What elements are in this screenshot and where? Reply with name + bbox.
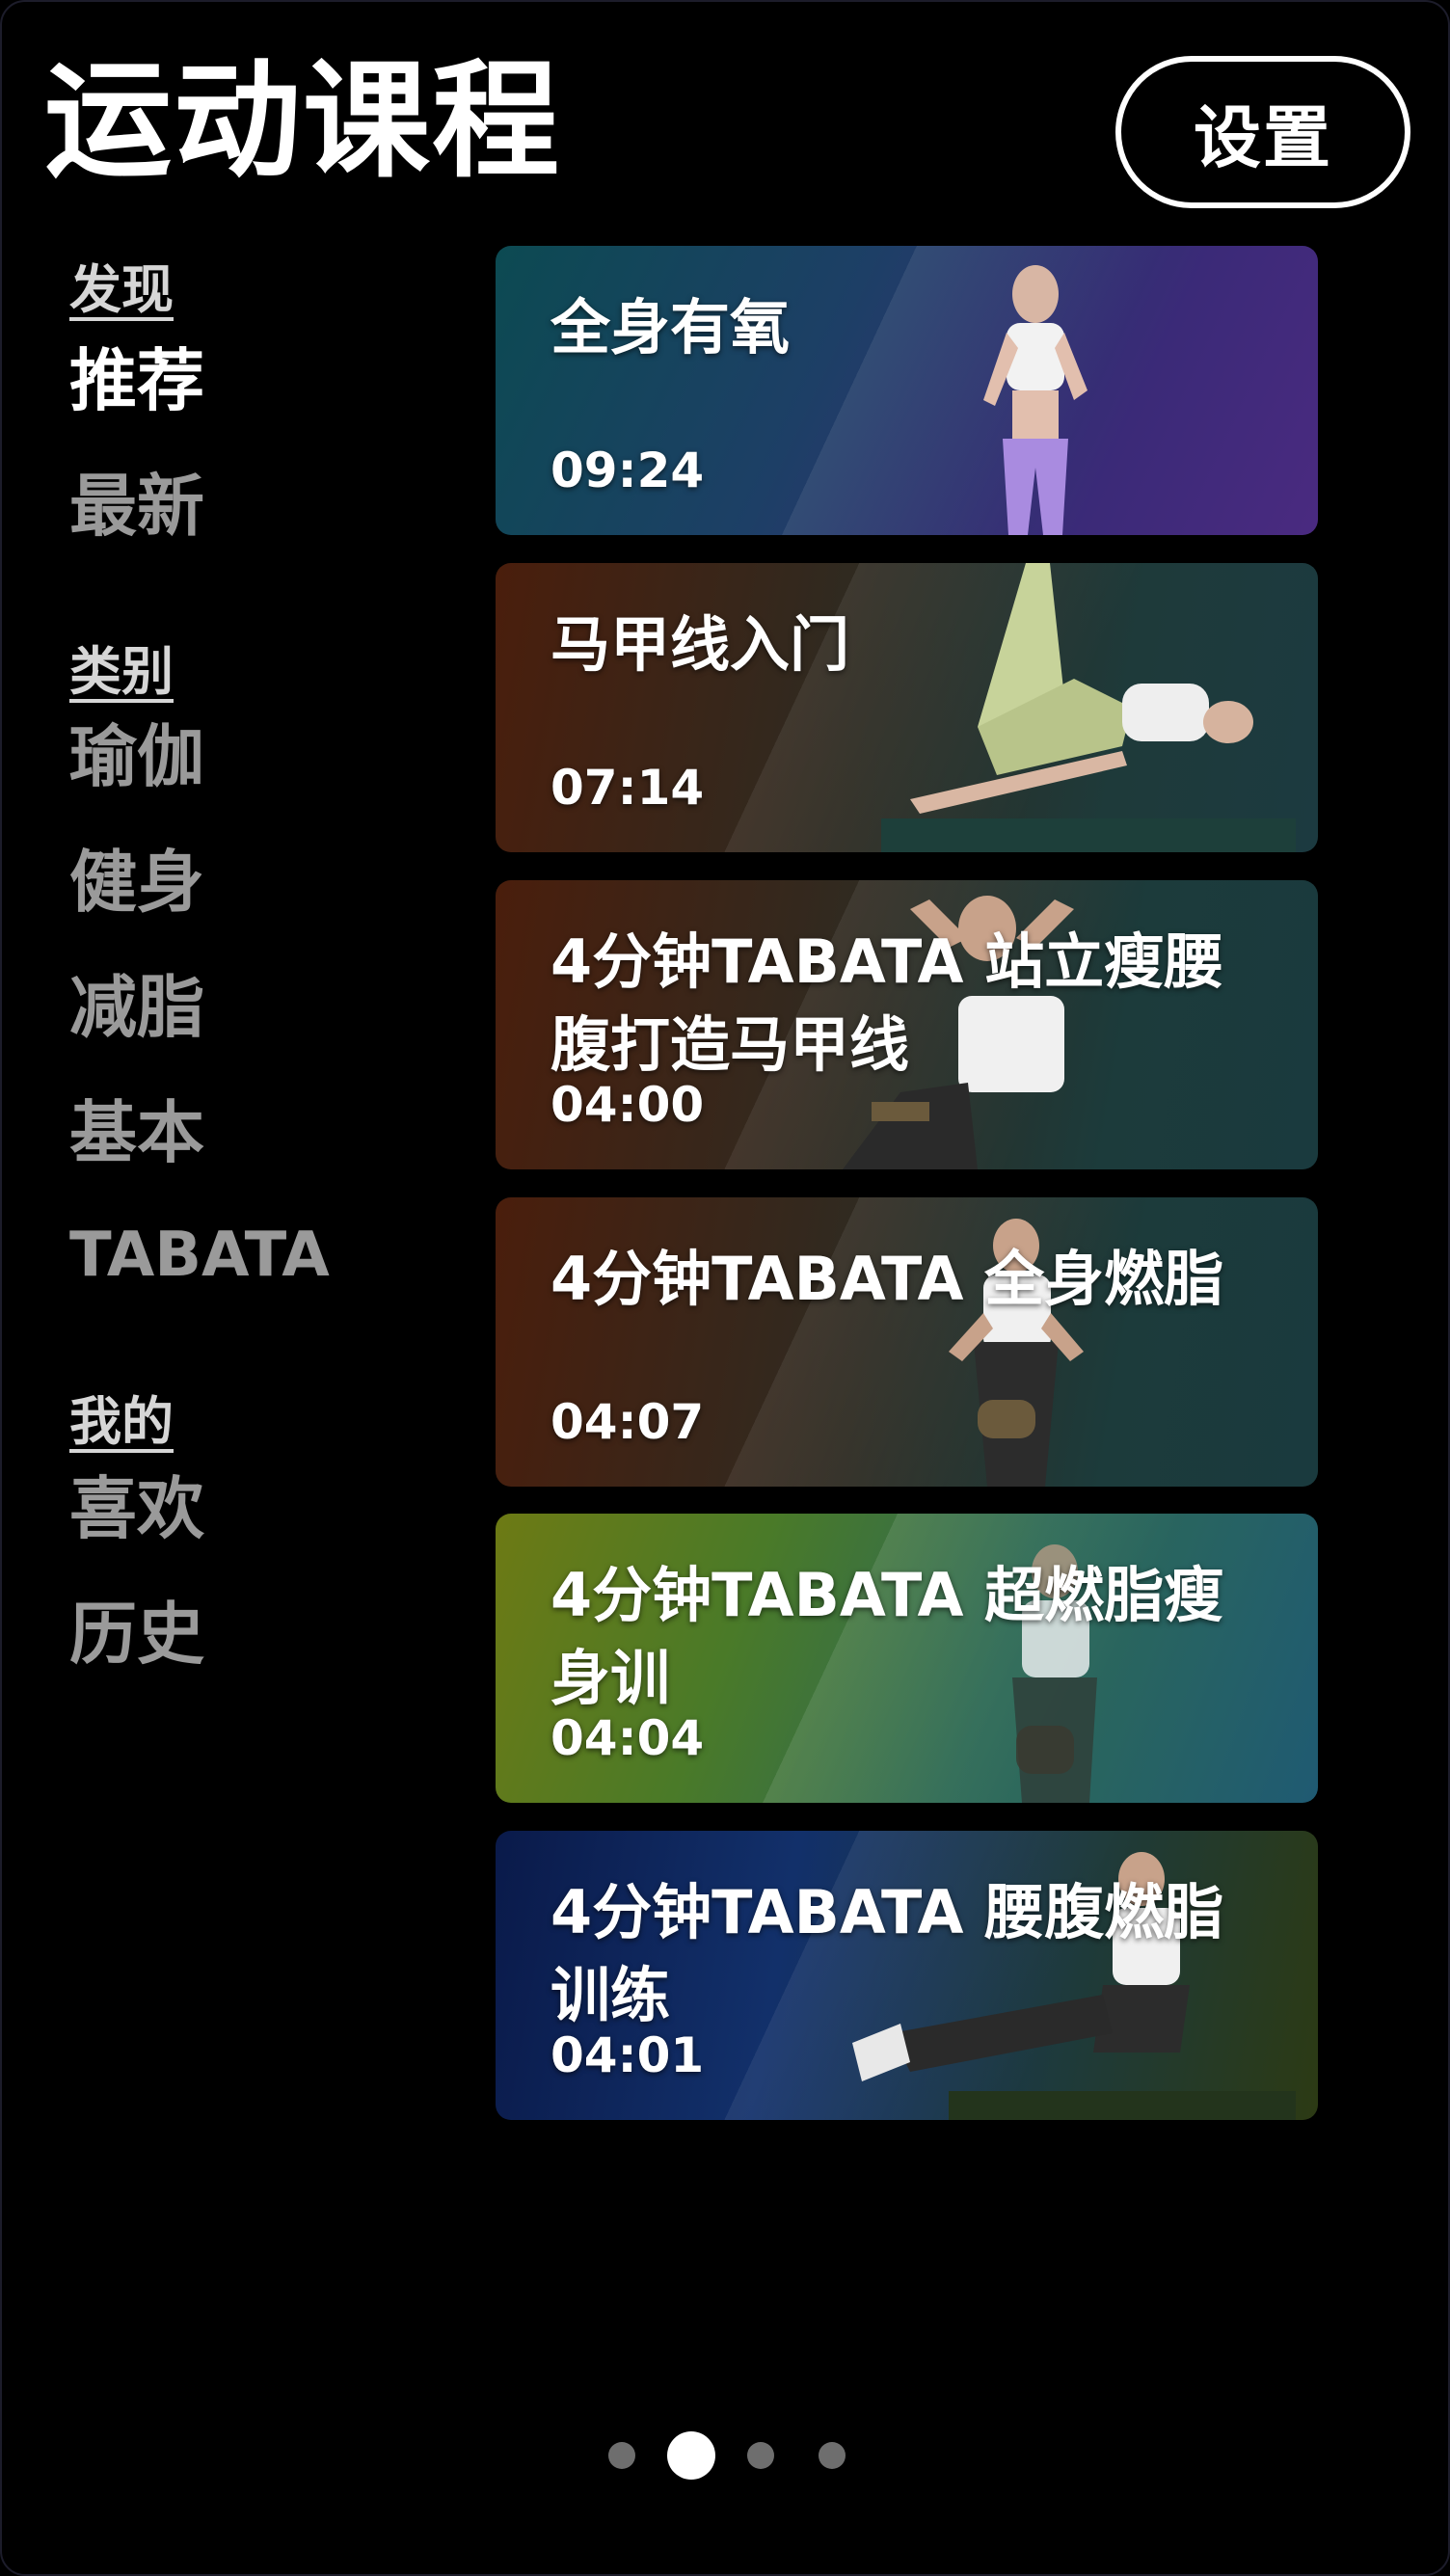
course-card[interactable]: 4分钟TABATA 站立瘦腰腹打造马甲线 04:00 (496, 880, 1318, 1169)
sidebar-item-yoga[interactable]: 瑜伽 (69, 723, 204, 791)
course-title: 马甲线入门 (550, 609, 850, 680)
course-title: 4分钟TABATA 超燃脂瘦身训 (550, 1560, 1224, 1713)
sidebar-item-history[interactable]: 历史 (69, 1600, 204, 1668)
app-frame: 运动课程 设置 发现 推荐 最新 类别 瑜伽 健身 减脂 基本 TABATA 我… (0, 0, 1450, 2576)
course-card[interactable]: 全身有氧 09:24 (496, 246, 1318, 535)
course-title: 4分钟TABATA 站立瘦腰腹打造马甲线 (550, 926, 1224, 1080)
course-card[interactable]: 4分钟TABATA 全身燃脂 04:07 (496, 1197, 1318, 1487)
page-title: 运动课程 (44, 47, 561, 196)
sidebar-item-basic[interactable]: 基本 (69, 1099, 204, 1167)
course-title: 全身有氧 (550, 292, 791, 362)
sidebar-heading-discover: 发现 (69, 259, 174, 320)
page-dot[interactable] (608, 2442, 635, 2469)
page-dot[interactable] (747, 2442, 774, 2469)
course-card[interactable]: 4分钟TABATA 超燃脂瘦身训 04:04 (496, 1514, 1318, 1803)
sidebar-item-fat-loss[interactable]: 减脂 (69, 974, 204, 1041)
sidebar-item-latest[interactable]: 最新 (69, 472, 204, 540)
sidebar-heading-category: 类别 (69, 641, 174, 702)
course-title: 4分钟TABATA 腰腹燃脂训练 (550, 1877, 1224, 2030)
sidebar-heading-mine: 我的 (69, 1391, 174, 1452)
course-duration: 04:04 (550, 1710, 705, 1766)
sidebar-item-tabata[interactable]: TABATA (69, 1224, 330, 1286)
page-dot-active[interactable] (667, 2431, 715, 2480)
settings-button[interactable]: 设置 (1115, 56, 1410, 208)
course-duration: 04:00 (550, 1077, 705, 1133)
sidebar-item-recommended[interactable]: 推荐 (69, 347, 204, 415)
course-duration: 04:01 (550, 2027, 705, 2083)
page-dot[interactable] (819, 2442, 846, 2469)
course-duration: 09:24 (550, 443, 705, 498)
course-card[interactable]: 马甲线入门 07:14 (496, 563, 1318, 852)
sidebar-item-favorites[interactable]: 喜欢 (69, 1475, 204, 1543)
page-indicator[interactable] (2, 2431, 1448, 2480)
course-card[interactable]: 4分钟TABATA 腰腹燃脂训练 04:01 (496, 1831, 1318, 2120)
course-duration: 04:07 (550, 1394, 705, 1450)
course-title: 4分钟TABATA 全身燃脂 (550, 1244, 1224, 1314)
course-duration: 07:14 (550, 760, 705, 816)
sidebar-item-fitness[interactable]: 健身 (69, 848, 204, 916)
